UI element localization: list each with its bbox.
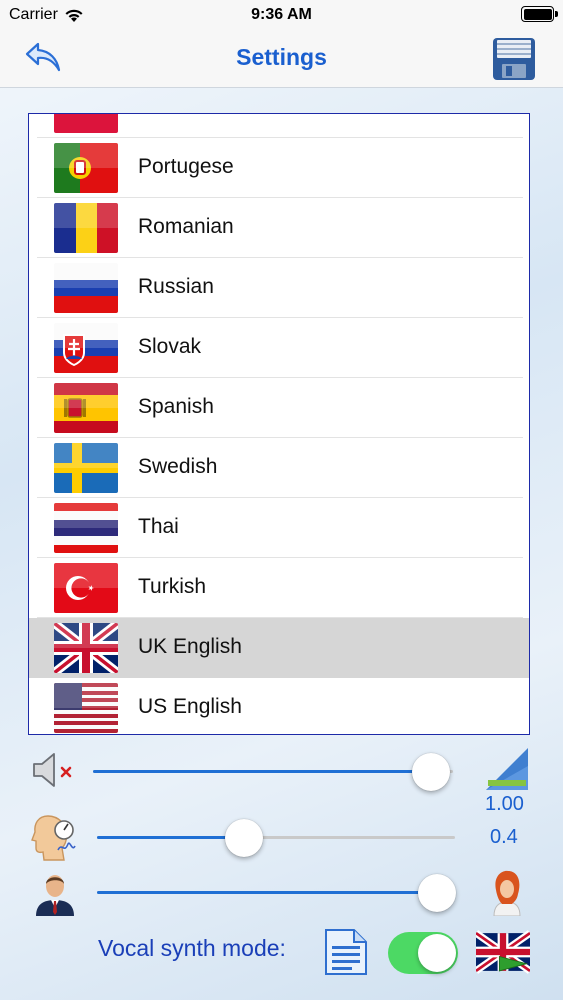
language-row-uk-english[interactable]: UK English bbox=[29, 618, 529, 678]
toggle-knob bbox=[418, 934, 456, 972]
spain-flag-icon bbox=[54, 383, 118, 433]
language-label: Polish bbox=[138, 114, 195, 119]
language-label: Swedish bbox=[138, 455, 218, 478]
slovakia-flag-icon bbox=[54, 323, 118, 373]
volume-slider[interactable] bbox=[93, 770, 453, 773]
uk-flag-play-icon[interactable] bbox=[476, 930, 530, 974]
language-label: UK English bbox=[138, 635, 242, 658]
speaker-mute-icon bbox=[33, 753, 72, 787]
sweden-flag-icon bbox=[54, 443, 118, 493]
male-voice-icon bbox=[36, 875, 74, 916]
language-label: US English bbox=[138, 695, 242, 718]
nav-bar: Settings bbox=[0, 30, 563, 88]
volume-level-icon bbox=[486, 748, 528, 790]
language-row-romanian[interactable]: Romanian bbox=[29, 198, 529, 258]
vocal-synth-label: Vocal synth mode: bbox=[98, 935, 286, 961]
pitch-slider-thumb[interactable] bbox=[418, 874, 457, 912]
language-list[interactable]: Polish Portugese Romanian Russian Slovak Span… bbox=[28, 113, 530, 735]
language-row-spanish[interactable]: Spanish bbox=[29, 378, 529, 438]
language-label: Portugese bbox=[138, 155, 234, 178]
page-title: Settings bbox=[236, 44, 327, 70]
language-label: Turkish bbox=[138, 575, 207, 598]
language-row-portugese[interactable]: Portugese bbox=[29, 138, 529, 198]
volume-value: 1.00 bbox=[485, 793, 524, 815]
us-flag-icon bbox=[54, 683, 118, 733]
volume-slider-thumb[interactable] bbox=[412, 753, 451, 791]
portugal-flag-icon bbox=[54, 143, 118, 193]
thailand-flag-icon bbox=[54, 503, 118, 553]
poland-flag-icon bbox=[54, 114, 118, 133]
document-icon[interactable] bbox=[322, 926, 370, 976]
language-label: Slovak bbox=[138, 335, 202, 358]
vocal-synth-toggle[interactable] bbox=[388, 932, 458, 974]
language-label: Romanian bbox=[138, 215, 234, 238]
head-speed-icon bbox=[31, 815, 76, 861]
language-row-polish[interactable]: Polish bbox=[29, 114, 529, 138]
status-time: 9:36 AM bbox=[251, 6, 312, 23]
uk-flag-icon bbox=[54, 623, 118, 673]
rate-slider[interactable] bbox=[97, 836, 455, 839]
language-row-slovak[interactable]: Slovak bbox=[29, 318, 529, 378]
female-voice-icon bbox=[493, 870, 521, 916]
language-row-thai[interactable]: Thai bbox=[29, 498, 529, 558]
save-button[interactable] bbox=[491, 36, 537, 82]
battery-icon bbox=[521, 6, 558, 22]
language-row-us-english[interactable]: US English bbox=[29, 678, 529, 734]
rate-slider-thumb[interactable] bbox=[224, 819, 263, 857]
pitch-slider[interactable] bbox=[97, 891, 455, 894]
status-bar: Carrier 9:36 AM bbox=[0, 0, 563, 30]
floppy-disk-icon bbox=[493, 38, 535, 80]
language-label: Spanish bbox=[138, 395, 214, 418]
language-row-turkish[interactable]: Turkish bbox=[29, 558, 529, 618]
language-row-russian[interactable]: Russian bbox=[29, 258, 529, 318]
language-label: Russian bbox=[138, 275, 214, 298]
romania-flag-icon bbox=[54, 203, 118, 253]
language-label: Thai bbox=[138, 515, 179, 538]
russia-flag-icon bbox=[54, 263, 118, 313]
language-row-swedish[interactable]: Swedish bbox=[29, 438, 529, 498]
turkey-flag-icon bbox=[54, 563, 118, 613]
rate-value: 0.4 bbox=[490, 826, 518, 848]
